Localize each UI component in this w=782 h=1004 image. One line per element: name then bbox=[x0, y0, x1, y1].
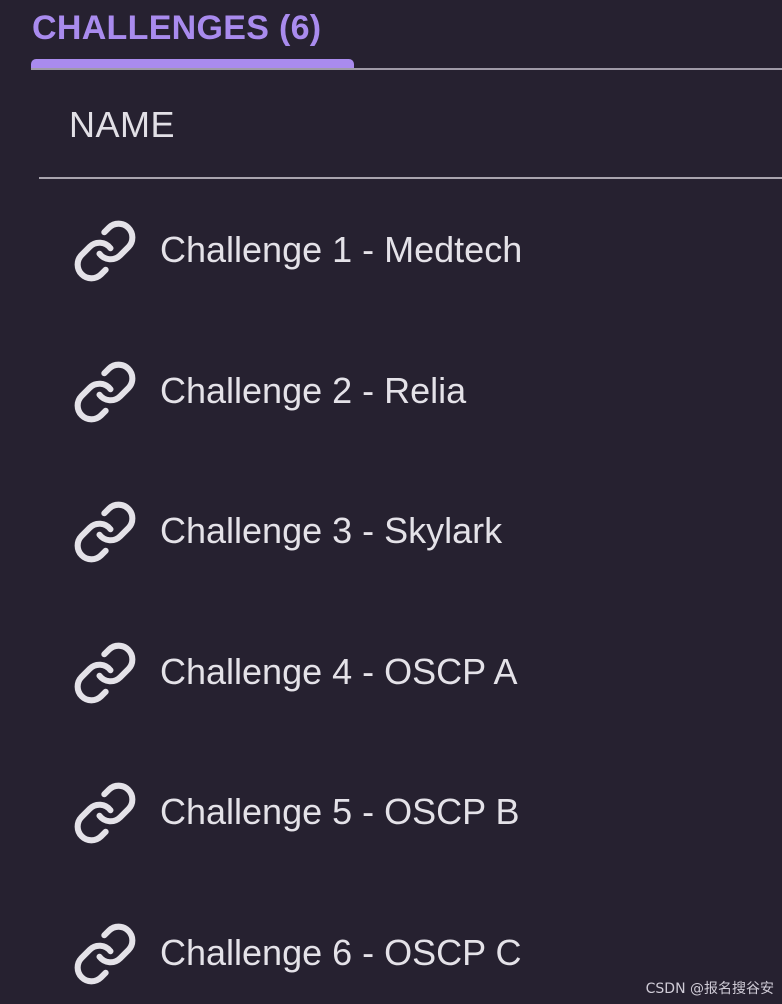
list-item[interactable]: Challenge 1 - Medtech bbox=[0, 180, 782, 321]
link-icon bbox=[72, 780, 138, 846]
link-icon bbox=[72, 359, 138, 425]
header-divider bbox=[39, 177, 782, 179]
challenge-link-label[interactable]: Challenge 6 - OSCP C bbox=[160, 931, 522, 975]
challenge-link-label[interactable]: Challenge 2 - Relia bbox=[160, 369, 466, 413]
list-item[interactable]: Challenge 4 - OSCP A bbox=[0, 602, 782, 743]
challenge-link-label[interactable]: Challenge 4 - OSCP A bbox=[160, 650, 518, 694]
link-icon bbox=[72, 640, 138, 706]
link-icon bbox=[72, 921, 138, 987]
challenge-link-label[interactable]: Challenge 3 - Skylark bbox=[160, 509, 502, 553]
column-header-name[interactable]: NAME bbox=[69, 103, 175, 147]
tab-challenges[interactable]: CHALLENGES (6) bbox=[32, 8, 321, 48]
list-item[interactable]: Challenge 3 - Skylark bbox=[0, 461, 782, 602]
challenge-link-label[interactable]: Challenge 1 - Medtech bbox=[160, 228, 522, 272]
challenge-link-label[interactable]: Challenge 5 - OSCP B bbox=[160, 790, 520, 834]
watermark: CSDN @报名搜谷安 bbox=[645, 981, 774, 997]
list-item[interactable]: Challenge 2 - Relia bbox=[0, 321, 782, 462]
tab-divider bbox=[31, 68, 782, 70]
link-icon bbox=[72, 499, 138, 565]
list-item[interactable]: Challenge 5 - OSCP B bbox=[0, 742, 782, 883]
link-icon bbox=[72, 218, 138, 284]
